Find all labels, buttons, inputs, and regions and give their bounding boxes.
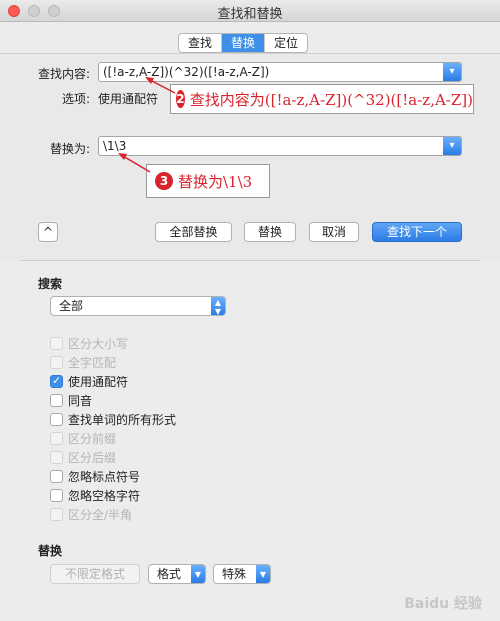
checkbox-sounds-like[interactable]: 同音 — [50, 392, 92, 408]
annotation-number-badge: 2 — [176, 90, 185, 108]
tab-goto[interactable]: 定位 — [265, 34, 307, 52]
section-divider — [20, 260, 480, 261]
checkbox-label: 忽略空格字符 — [68, 488, 141, 503]
checkbox-label: 全字匹配 — [68, 355, 117, 370]
checkbox-label: 区分后缀 — [68, 450, 117, 465]
find-input[interactable]: ([!a-z,A-Z])(^32)([!a-z,A-Z]) ▾ — [98, 62, 462, 82]
replace-button[interactable]: 替换 — [244, 222, 296, 242]
no-formatting-button[interactable]: 不限定格式 — [50, 564, 140, 584]
replace-history-dropdown[interactable]: ▾ — [443, 137, 461, 155]
chevron-updown-icon: ▲ ▼ — [211, 297, 225, 316]
watermark: Baidu 经验 — [404, 596, 482, 612]
annotation-3: 3 替换为\1\3 — [146, 164, 270, 198]
replace-all-button[interactable]: 全部替换 — [155, 222, 232, 242]
find-history-dropdown[interactable]: ▾ — [443, 63, 461, 81]
replace-section-title: 替换 — [38, 544, 63, 558]
special-select[interactable]: 特殊 ▼ — [213, 564, 271, 584]
replace-label: 替换为: — [50, 142, 91, 156]
chevron-down-icon: ▼ — [256, 565, 270, 583]
window-title: 查找和替换 — [217, 7, 283, 22]
options-value: 使用通配符 — [98, 92, 159, 106]
checkbox-label: 使用通配符 — [68, 374, 129, 389]
checkbox-match-case[interactable]: 区分大小写 — [50, 335, 128, 351]
checkbox-whole-word[interactable]: 全字匹配 — [50, 354, 116, 370]
options-label: 选项: — [62, 92, 91, 106]
tab-bar: 查找 替换 定位 — [178, 33, 309, 53]
checkbox-all-word-forms[interactable]: 查找单词的所有形式 — [50, 411, 176, 427]
tab-find[interactable]: 查找 — [179, 34, 223, 52]
find-next-button[interactable]: 查找下一个 — [372, 222, 462, 242]
collapse-button[interactable]: ^ — [38, 222, 58, 242]
chevron-down-icon: ▼ — [191, 565, 205, 583]
title-bar: 查找和替换 — [0, 0, 500, 22]
checkbox-match-width[interactable]: 区分全/半角 — [50, 506, 132, 522]
checkbox-box[interactable] — [50, 336, 63, 350]
checkbox-box[interactable] — [50, 488, 63, 502]
checkbox-box[interactable] — [50, 393, 63, 407]
checkbox-label: 区分大小写 — [68, 336, 129, 351]
find-label: 查找内容: — [38, 67, 91, 81]
checkbox-label: 区分全/半角 — [68, 507, 133, 522]
format-select[interactable]: 格式 ▼ — [148, 564, 206, 584]
special-label: 特殊 — [222, 567, 247, 581]
format-label: 格式 — [157, 567, 182, 581]
checkbox-label: 忽略标点符号 — [68, 469, 141, 484]
checkbox-box[interactable] — [50, 431, 63, 445]
annotation-number-badge: 3 — [155, 172, 173, 190]
checkbox-box[interactable] — [50, 374, 63, 388]
replace-input-value: \1\3 — [103, 139, 127, 153]
checkbox-box[interactable] — [50, 469, 63, 483]
checkbox-label: 区分前缀 — [68, 431, 117, 446]
replace-input[interactable]: \1\3 ▾ — [98, 136, 462, 156]
tab-replace[interactable]: 替换 — [222, 34, 266, 52]
checkbox-match-prefix[interactable]: 区分前缀 — [50, 430, 116, 446]
cancel-button[interactable]: 取消 — [309, 222, 359, 242]
checkbox-match-suffix[interactable]: 区分后缀 — [50, 449, 116, 465]
checkbox-box[interactable] — [50, 412, 63, 426]
checkbox-ignore-whitespace[interactable]: 忽略空格字符 — [50, 487, 140, 503]
checkbox-ignore-punctuation[interactable]: 忽略标点符号 — [50, 468, 140, 484]
annotation-text: 替换为\1\3 — [178, 172, 253, 191]
find-input-value: ([!a-z,A-Z])(^32)([!a-z,A-Z]) — [103, 65, 270, 79]
checkbox-box[interactable] — [50, 355, 63, 369]
checkbox-box[interactable] — [50, 450, 63, 464]
checkbox-box[interactable] — [50, 507, 63, 521]
annotation-text: 查找内容为([!a-z,A-Z])(^32)([!a-z,A-Z]) — [189, 90, 473, 109]
checkbox-label: 同音 — [68, 393, 93, 408]
search-scope-select[interactable]: 全部 ▲ ▼ — [50, 296, 226, 316]
search-section-title: 搜索 — [38, 277, 63, 291]
annotation-2: 2 查找内容为([!a-z,A-Z])(^32)([!a-z,A-Z]) — [170, 84, 474, 114]
search-scope-value: 全部 — [59, 299, 84, 313]
checkbox-use-wildcards[interactable]: 使用通配符 — [50, 373, 128, 389]
checkbox-label: 查找单词的所有形式 — [68, 412, 177, 427]
